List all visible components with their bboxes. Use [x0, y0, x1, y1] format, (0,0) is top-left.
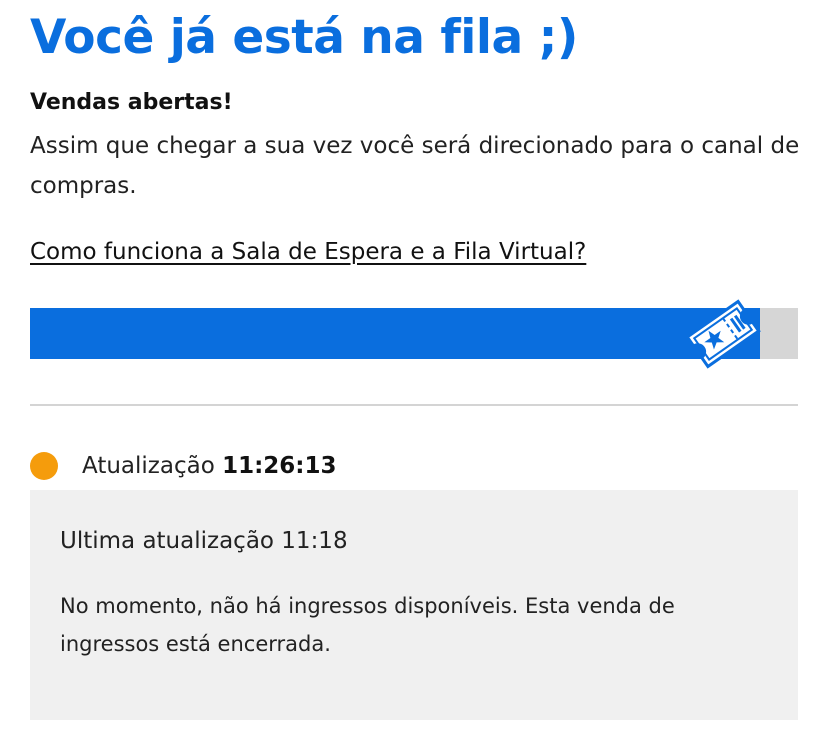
page-title: Você já está na fila ;) [30, 10, 578, 65]
update-label: Atualização [82, 453, 215, 479]
help-link[interactable]: Como funciona a Sala de Espera e a Fila … [30, 234, 586, 270]
ticket-icon [684, 299, 761, 369]
section-divider [30, 404, 798, 406]
queue-progress-fill [30, 308, 760, 359]
message-panel: Ultima atualização 11:18 No momento, não… [30, 490, 798, 720]
status-indicator-icon [30, 452, 58, 480]
update-status: Atualização 11:26:13 [82, 450, 337, 482]
message-text: No momento, não há ingressos disponíveis… [60, 594, 675, 656]
sale-status-heading: Vendas abertas! [30, 90, 233, 115]
sale-description: Assim que chegar a sua vez você será dir… [30, 133, 800, 199]
queue-progress-bar [30, 299, 798, 369]
update-time: 11:26:13 [222, 453, 337, 479]
last-update-text: Ultima atualização 11:18 [60, 528, 348, 554]
